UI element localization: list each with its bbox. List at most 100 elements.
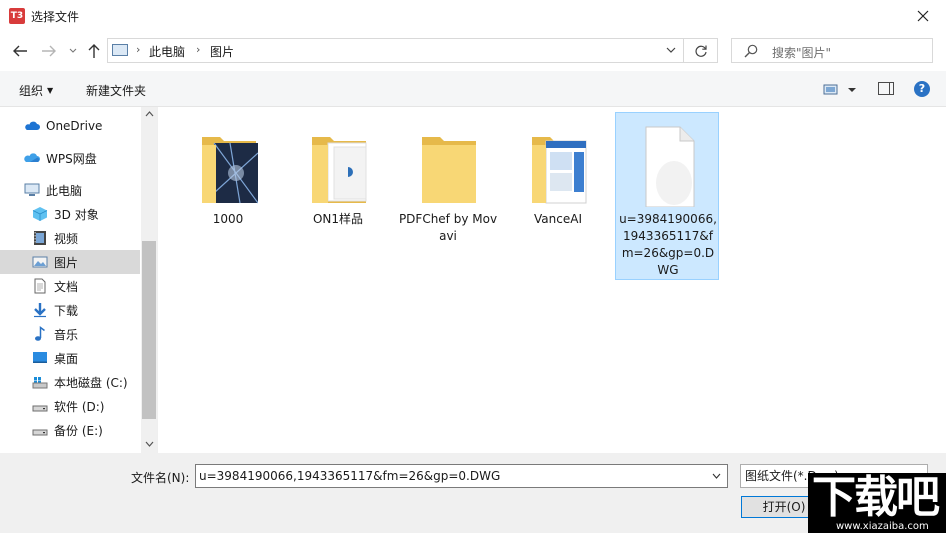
sidebar-item-label: 此电脑: [46, 183, 83, 198]
sidebar-item-downloads[interactable]: 下载: [0, 298, 140, 322]
file-name: 1000: [212, 212, 244, 226]
scroll-up-icon[interactable]: [145, 111, 154, 117]
navigation-pane: OneDrive WPS网盘 此电脑 3D 对象 视频 图片 文档 下载 音乐 …: [0, 107, 158, 453]
refresh-icon: [695, 45, 707, 57]
arrow-left-icon: [13, 45, 27, 57]
sidebar-item-music[interactable]: 音乐: [0, 322, 140, 346]
chevron-down-icon[interactable]: [712, 473, 721, 479]
breadcrumb-pictures[interactable]: 图片: [210, 43, 234, 60]
view-mode-icon: [823, 84, 856, 95]
drive-icon: [32, 405, 48, 412]
folder-icon: [202, 137, 258, 204]
sidebar-item-videos[interactable]: 视频: [0, 226, 140, 250]
onedrive-icon: [25, 121, 40, 130]
folder-icon: [312, 137, 367, 203]
dialog-footer: 文件名(N): u=3984190066,1943365117&fm=26&gp…: [0, 453, 946, 533]
folder-item[interactable]: 1000: [176, 113, 280, 281]
sidebar-item-label: OneDrive: [46, 119, 103, 133]
sidebar-item-label: 本地磁盘 (C:): [54, 375, 128, 390]
sidebar-item-label: 3D 对象: [54, 207, 99, 222]
watermark-url: www.xiazaiba.com: [836, 521, 929, 532]
local-disk-icon: [32, 377, 48, 389]
close-button[interactable]: [900, 0, 946, 31]
file-name: u=3984190066,1943365117&fm=26&gp=0.DWG: [619, 212, 717, 277]
window-title: 选择文件: [31, 10, 80, 24]
file-list: 1000 ON1样品 PDFChef by Movavi VanceAI u=3…: [158, 107, 946, 453]
app-icon: T3: [9, 8, 25, 24]
watermark-text: 下载吧: [812, 472, 940, 523]
close-icon: [917, 10, 929, 21]
caret-down-icon: ▼: [47, 86, 54, 95]
sidebar-item-label: 音乐: [54, 327, 79, 342]
folder-item[interactable]: VanceAI: [506, 113, 610, 281]
sidebar-item-drive-d[interactable]: 软件 (D:): [0, 394, 140, 418]
chevron-down-icon[interactable]: [665, 44, 677, 56]
video-icon: [34, 231, 46, 245]
documents-icon: [34, 278, 46, 294]
sidebar-item-documents[interactable]: 文档: [0, 274, 140, 298]
breadcrumb-this-pc[interactable]: 此电脑: [149, 43, 185, 60]
this-pc-icon: [112, 44, 128, 56]
watermark-logo: 下载吧 www.xiazaiba.com: [808, 473, 946, 533]
refresh-button[interactable]: [684, 38, 718, 63]
address-bar[interactable]: › 此电脑 › 图片: [107, 38, 684, 63]
this-pc-icon: [24, 183, 40, 196]
search-input[interactable]: 搜索"图片": [731, 38, 933, 63]
sidebar-item-label: 备份 (E:): [54, 423, 103, 438]
sidebar-item-label: 桌面: [54, 351, 79, 366]
sidebar-item-label: 软件 (D:): [54, 399, 105, 414]
desktop-icon: [33, 352, 47, 363]
sidebar-item-wps-cloud[interactable]: WPS网盘: [0, 146, 140, 170]
music-icon: [35, 326, 45, 341]
sidebar-item-onedrive[interactable]: OneDrive: [0, 114, 140, 138]
forward-button[interactable]: [39, 41, 59, 61]
file-name: PDFChef by Movavi: [398, 212, 498, 243]
chevron-down-icon: [69, 48, 77, 53]
recent-locations-button[interactable]: [63, 41, 83, 61]
filename-value: u=3984190066,1943365117&fm=26&gp=0.DWG: [199, 469, 501, 483]
folder-item[interactable]: ON1样品: [286, 113, 390, 281]
scrollbar-thumb[interactable]: [142, 241, 156, 419]
folder-item[interactable]: PDFChef by Movavi: [396, 113, 500, 281]
sidebar-scrollbar[interactable]: [141, 107, 157, 453]
scroll-down-icon[interactable]: [145, 441, 154, 447]
search-icon: [744, 44, 758, 58]
help-icon[interactable]: ?: [914, 81, 930, 97]
breadcrumb-separator-icon: ›: [136, 43, 141, 56]
folder-icon: [532, 137, 587, 204]
organize-label: 组织: [19, 84, 44, 98]
up-button[interactable]: [84, 41, 104, 61]
3d-objects-icon: [32, 207, 48, 221]
drive-icon: [32, 429, 48, 436]
file-name: VanceAI: [534, 212, 582, 226]
folder-icon: [422, 137, 476, 203]
file-name: ON1样品: [312, 212, 364, 226]
title-bar: T3 选择文件: [0, 0, 946, 31]
navigation-bar: › 此电脑 › 图片 搜索"图片": [0, 31, 946, 71]
sidebar-item-this-pc[interactable]: 此电脑: [0, 178, 140, 202]
sidebar-item-pictures[interactable]: 图片: [0, 250, 140, 274]
back-button[interactable]: [10, 41, 30, 61]
breadcrumb-separator-icon: ›: [196, 43, 201, 56]
sidebar-item-drive-e[interactable]: 备份 (E:): [0, 418, 140, 442]
pictures-icon: [32, 256, 48, 268]
arrow-up-icon: [88, 44, 100, 58]
change-view-button[interactable]: [822, 81, 862, 99]
filename-input[interactable]: u=3984190066,1943365117&fm=26&gp=0.DWG: [195, 464, 728, 488]
sidebar-item-label: WPS网盘: [46, 151, 97, 166]
sidebar-item-desktop[interactable]: 桌面: [0, 346, 140, 370]
sidebar-item-drive-c[interactable]: 本地磁盘 (C:): [0, 370, 140, 394]
sidebar-item-3d-objects[interactable]: 3D 对象: [0, 202, 140, 226]
search-placeholder: 搜索"图片": [772, 46, 832, 60]
preview-pane-button[interactable]: [878, 82, 894, 95]
wps-cloud-icon: [24, 153, 40, 162]
sidebar-item-label: 下载: [54, 303, 79, 318]
arrow-right-icon: [42, 45, 56, 57]
file-icon: [645, 126, 695, 207]
sidebar-item-label: 图片: [54, 255, 79, 270]
file-item-selected[interactable]: u=3984190066,1943365117&fm=26&gp=0.DWG: [615, 112, 719, 280]
sidebar-item-label: 文档: [54, 279, 79, 294]
organize-menu[interactable]: 组织 ▼: [19, 82, 53, 99]
new-folder-button[interactable]: 新建文件夹: [86, 82, 146, 99]
download-icon: [34, 303, 46, 318]
